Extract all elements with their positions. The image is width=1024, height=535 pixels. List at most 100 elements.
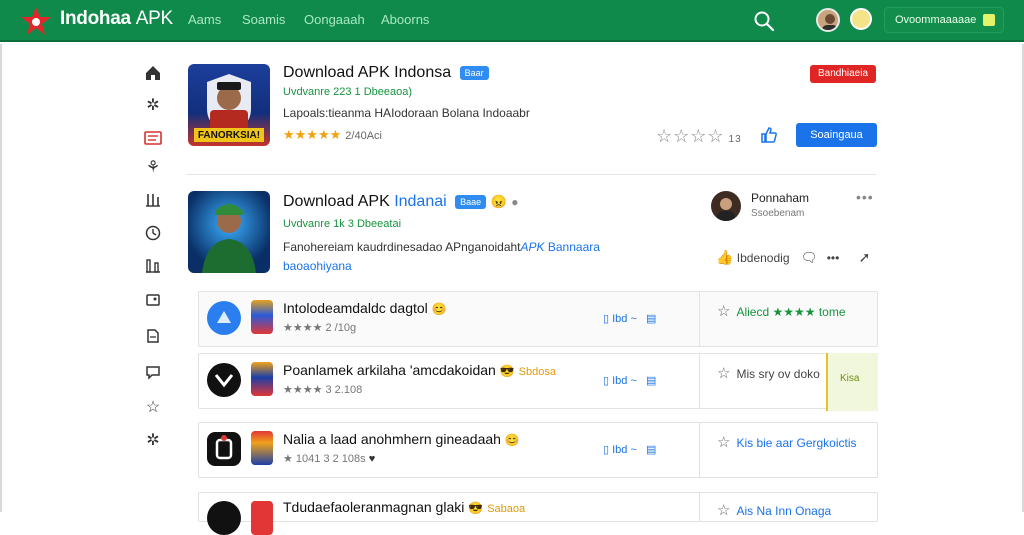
row-tag: Sbdosa (518, 366, 556, 378)
share-icon[interactable]: ➚ (859, 249, 871, 265)
featured-action-button[interactable]: Soaingaua (796, 123, 877, 147)
row-download-link[interactable]: ▯ Ibd ~ ▤ (603, 374, 656, 387)
featured-app-icon[interactable]: FANORKSIA! (188, 64, 270, 146)
rate-stars-glyphs: ☆☆☆☆ (656, 126, 725, 146)
apps-icon[interactable] (143, 128, 163, 148)
list-row-1[interactable]: Intolodeamdaldc dagtol 😊 ★★★★ 2 /10g ▯ I… (198, 291, 878, 347)
second-title[interactable]: Download APK Indanai Baae 😠 ● (283, 193, 519, 211)
developer-avatar[interactable] (711, 191, 741, 221)
featured-rating-stars: ★★★★★ (283, 127, 342, 142)
info-icon[interactable]: ● (511, 195, 518, 209)
heart-icon: ♥ (368, 453, 376, 465)
list-row-2[interactable]: Poanlamek arkilaha 'amcdakoidan 😎 Sbdosa … (198, 353, 878, 411)
clock-icon[interactable] (143, 223, 163, 243)
document-icon: ▯ (603, 444, 610, 456)
row-app-icon (207, 363, 241, 397)
notification-avatar[interactable] (850, 8, 872, 30)
row-app-thumb (251, 300, 273, 334)
row-right-text: Aliecd ★★★★ tome (736, 305, 846, 319)
row-right-text: Ais Na Inn Onaga (736, 504, 832, 518)
section-divider (186, 174, 876, 175)
nav-item-4[interactable]: Aboorns (381, 12, 429, 27)
like-icon[interactable]: 👍 (716, 249, 733, 265)
emoji-icon: 😊 (504, 433, 520, 447)
second-app-icon[interactable] (188, 191, 270, 273)
header-cta-button[interactable]: Ovoommaaaaae (884, 7, 1004, 33)
featured-title-text: Download APK Indonsa (283, 64, 452, 81)
star-icon[interactable]: ☆ (143, 397, 163, 417)
row-right[interactable]: ☆ Ais Na Inn Onaga (717, 501, 831, 519)
top-bar: Indohaa APK Aams Soamis Oongaaah Aboorns… (0, 0, 1024, 42)
row-download-link[interactable]: ▯ Ibd ~ ▤ (603, 443, 656, 456)
search-icon[interactable] (752, 9, 776, 33)
row-mid-label: Ibd ~ (612, 375, 637, 387)
star-icon: ☆ (717, 434, 731, 451)
featured-rating-count: 2/40Aci (345, 130, 382, 142)
featured-title[interactable]: Download APK Indonsa Baar (283, 64, 489, 82)
image-icon[interactable] (143, 290, 163, 310)
rate-count: 13 (728, 134, 742, 145)
row-right-text: Kis bie aar Gergkoictis (736, 436, 857, 450)
user-avatar[interactable] (816, 8, 840, 32)
home-icon[interactable] (143, 63, 163, 83)
clipboard-icon: ▤ (645, 313, 657, 325)
second-desc-1: Fanohereiam kaudrdinesadao APnganoidaht (283, 240, 521, 254)
list-row-4[interactable]: Tdudaefaoleranmagnan glaki 😎 Sabaoa ☆ Ais … (198, 492, 878, 535)
list-row-3[interactable]: Nalia a laad anohmhern gineadaah 😊 ★ 104… (198, 422, 878, 478)
star-icon: ☆ (717, 303, 731, 320)
developer-name[interactable]: Ponnaham (751, 191, 809, 205)
logo-star-icon[interactable] (20, 5, 52, 37)
settings-icon[interactable]: ✲ (143, 95, 163, 115)
featured-badge: Baar (459, 65, 489, 80)
nav-item-2[interactable]: Soamis (242, 12, 285, 27)
row-right[interactable]: ☆ Mis sry ov doko (717, 364, 820, 382)
featured-rating: ★★★★★ 2/40Aci (283, 127, 382, 143)
row-divider (699, 493, 700, 521)
promo-panel[interactable]: Kisa (826, 353, 878, 411)
cta-badge-icon (983, 14, 995, 26)
row-right[interactable]: ☆ Kis bie aar Gergkoictis (717, 433, 857, 451)
emoji-icon: 😎 (499, 364, 515, 378)
row-right[interactable]: ☆ Aliecd ★★★★ tome (717, 302, 846, 320)
nav-item-3[interactable]: Oongaaah (304, 12, 365, 27)
row-title: Tdudaefaoleranmagnan glaki 😎 Sabaoa (283, 499, 525, 515)
row-download-link[interactable]: ▯ Ibd ~ ▤ (603, 312, 656, 325)
clipboard-icon: ▤ (645, 444, 657, 456)
document-icon[interactable] (143, 326, 163, 346)
row-rating: ★★★★ 2 /10g (283, 322, 357, 334)
chart-icon[interactable] (143, 256, 163, 276)
comment-more[interactable]: ••• (827, 251, 840, 265)
row-mid-label: Ibd ~ (612, 313, 637, 325)
more-options-icon[interactable]: ••• (856, 189, 874, 205)
row-app-icon (207, 301, 241, 335)
developer-subtitle: Ssoebenam (751, 208, 805, 219)
promo-panel-label: Kisa (840, 373, 860, 384)
rate-stars[interactable]: ☆☆☆☆ 13 (656, 126, 742, 147)
featured-meta: Uvdvanre 223 1 Dbeeaoa) (283, 86, 413, 98)
document-icon: ▯ (603, 313, 610, 325)
emoji-icon: 😠 (490, 194, 507, 209)
header-cta-label: Ovoommaaaaae (895, 14, 977, 26)
nav-item-1[interactable]: Aams (188, 12, 221, 27)
gear-icon[interactable]: ✲ (143, 430, 163, 450)
thumbs-up-icon[interactable] (760, 126, 778, 149)
row-title-text: Nalia a laad anohmhern gineadaah (283, 431, 501, 447)
row-app-thumb (251, 362, 273, 396)
like-label[interactable]: Ibdenodig (737, 251, 790, 265)
brand-name[interactable]: Indohaa APK (60, 8, 173, 30)
star-icon: ☆ (717, 365, 731, 382)
featured-red-badge[interactable]: Bandhiaeia (810, 65, 876, 83)
second-description: Fanohereiam kaudrdinesadao APnganoidahtA… (283, 240, 600, 254)
brand-suffix: APK (135, 8, 173, 29)
second-action-row: 👍 Ibdenodig 🗨 ••• ➚ (716, 249, 870, 266)
puzzle-icon[interactable]: ⚘ (143, 157, 163, 177)
comment-icon[interactable]: 🗨 (801, 250, 818, 265)
featured-description: Lapoals:tieanma HAIodoraan Bolana Indoaa… (283, 106, 530, 120)
emoji-icon: 😊 (431, 302, 447, 316)
row-divider (699, 292, 700, 346)
row-rating: ★ 1041 3 2 108s ♥ (283, 452, 375, 465)
chat-icon[interactable] (143, 362, 163, 382)
stats-icon[interactable] (143, 190, 163, 210)
row-title: Nalia a laad anohmhern gineadaah 😊 (283, 431, 520, 447)
second-meta: Uvdvanre 1k 3 Dbeeatai (283, 218, 402, 230)
